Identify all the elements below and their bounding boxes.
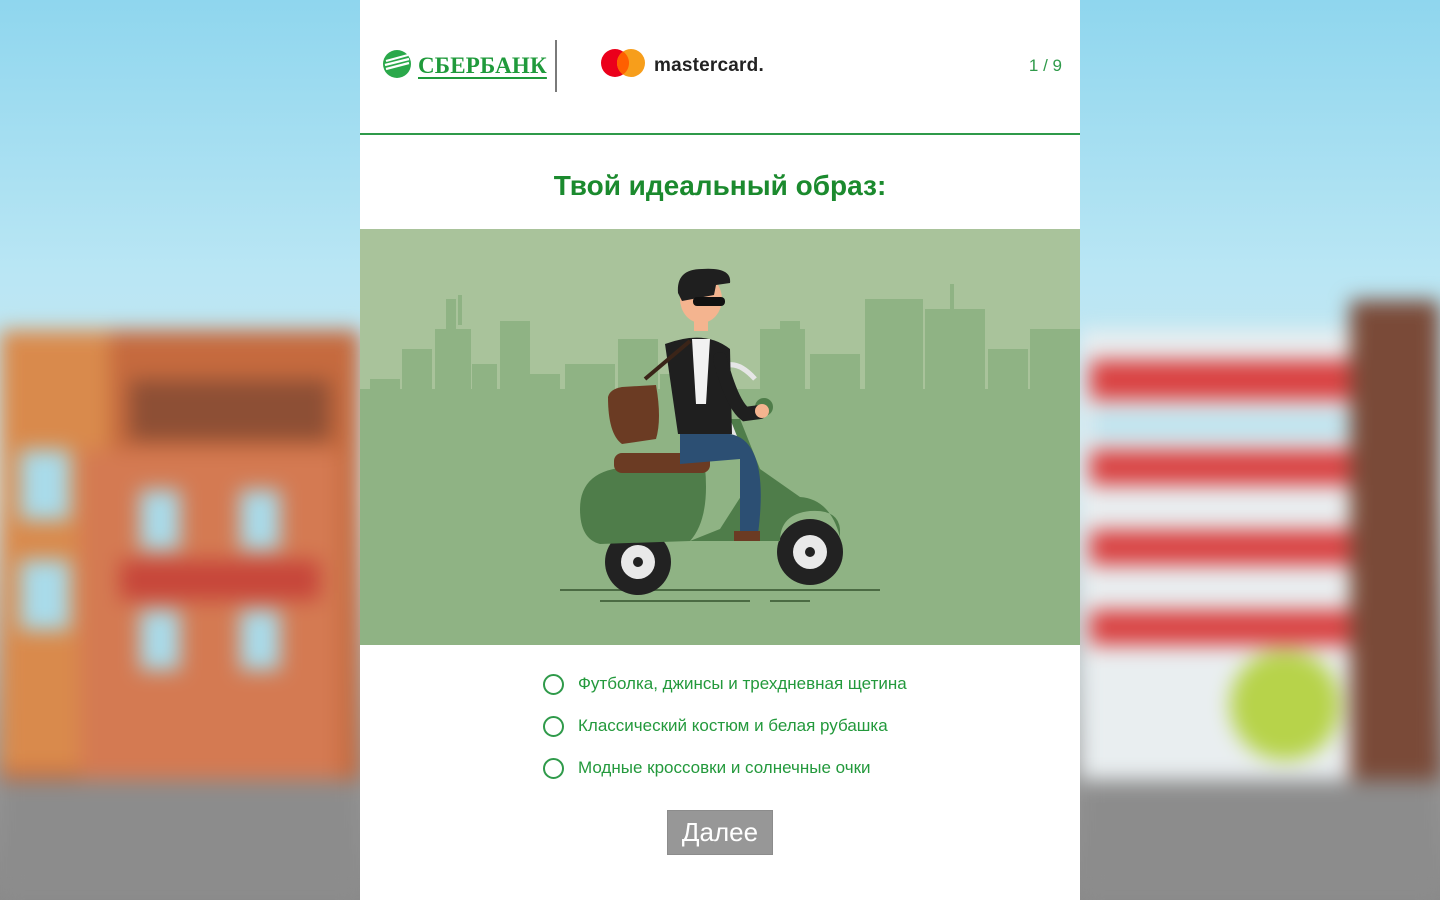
answer-options: Футболка, джинсы и трехдневная щетина Кл…: [543, 663, 907, 789]
question-title: Твой идеальный образ:: [553, 170, 887, 201]
option-1[interactable]: Футболка, джинсы и трехдневная щетина: [543, 663, 907, 705]
radio-icon[interactable]: [543, 715, 564, 737]
sberbank-logo: СБЕРБАНК: [382, 49, 547, 84]
mastercard-logo: mastercard.: [600, 48, 764, 83]
option-label: Футболка, джинсы и трехдневная щетина: [578, 674, 907, 693]
radio-icon[interactable]: [543, 757, 564, 779]
sberbank-logo-icon: [382, 49, 412, 84]
option-2[interactable]: Классический костюм и белая рубашка: [543, 705, 907, 747]
header: СБЕРБАНК mastercard. 1 / 9: [360, 0, 1080, 135]
scooter-rider-illustration: [360, 229, 1080, 645]
option-label: Классический костюм и белая рубашка: [578, 716, 888, 735]
option-label: Модные кроссовки и солнечные очки: [578, 758, 871, 777]
logo-divider: [555, 40, 557, 92]
quiz-card: СБЕРБАНК mastercard. 1 / 9 Твой идеальны…: [360, 0, 1080, 900]
sberbank-logo-text: СБЕРБАНК: [418, 53, 547, 78]
mastercard-logo-icon: [600, 48, 646, 83]
radio-icon[interactable]: [543, 673, 564, 695]
next-button[interactable]: Далее: [667, 810, 773, 855]
mastercard-logo-text: mastercard.: [654, 54, 764, 76]
progress-counter: 1 / 9: [1028, 56, 1062, 75]
option-3[interactable]: Модные кроссовки и солнечные очки: [543, 747, 907, 789]
